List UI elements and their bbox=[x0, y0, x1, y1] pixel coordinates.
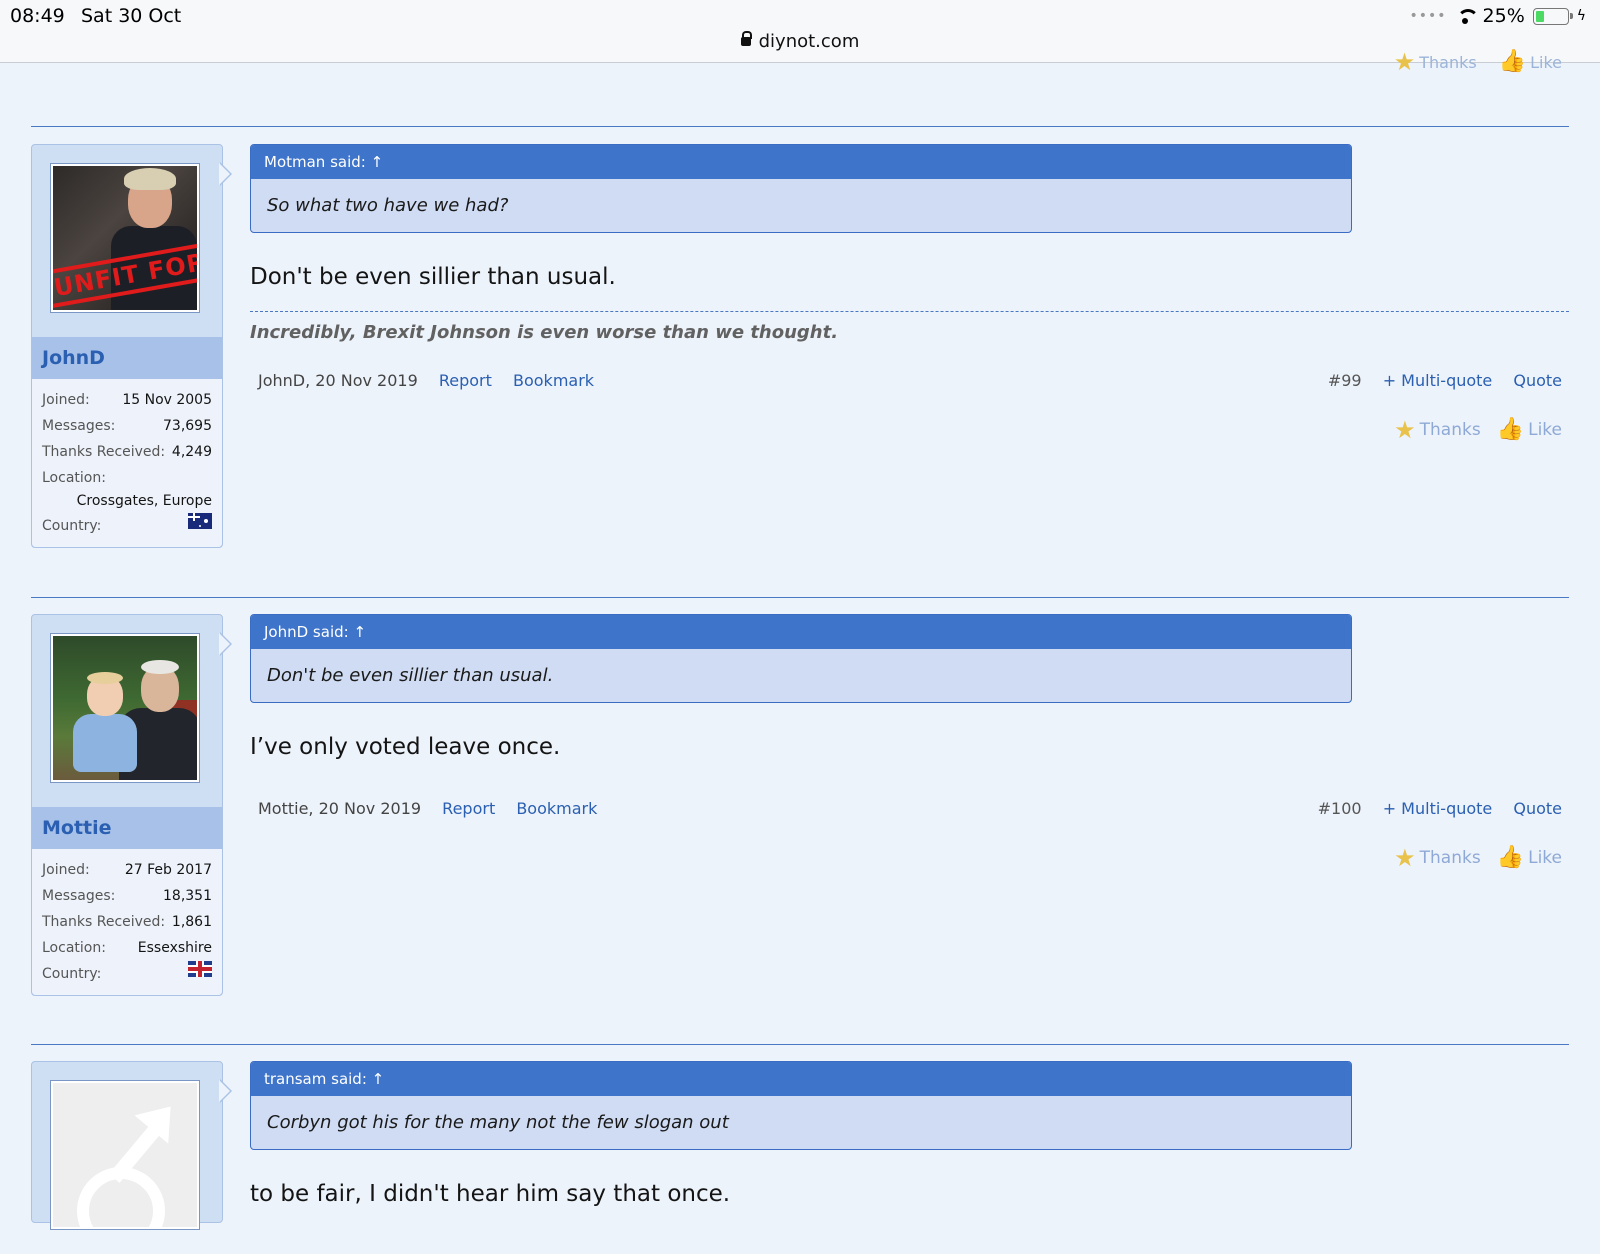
avatar[interactable] bbox=[50, 1080, 200, 1230]
post-message: to be fair, I didn't hear him say that o… bbox=[250, 1181, 731, 1207]
joined-date: 15 Nov 2005 bbox=[122, 392, 212, 408]
battery-percent: 25% bbox=[1482, 5, 1525, 27]
card-pointer bbox=[219, 1079, 232, 1103]
post-number[interactable]: #99 bbox=[1328, 371, 1362, 390]
location: Essexshire bbox=[137, 940, 212, 956]
thanks-count: 1,861 bbox=[171, 914, 212, 930]
star-icon: ★ bbox=[1393, 48, 1416, 76]
location: Crossgates, Europe bbox=[76, 493, 212, 509]
like-button[interactable]: 👍 Like bbox=[1496, 845, 1562, 870]
post-footer: Mottie, 20 Nov 2019 Report Bookmark #100… bbox=[258, 799, 1562, 818]
prev-thanks-button[interactable]: ★ Thanks bbox=[1393, 48, 1477, 76]
quote-link[interactable]: Quote bbox=[1513, 371, 1562, 390]
joined-date: 27 Feb 2017 bbox=[124, 862, 212, 878]
post-meta[interactable]: JohnD, 20 Nov 2019 bbox=[258, 371, 418, 390]
thumbs-up-icon: 👍 bbox=[1496, 417, 1525, 442]
message-count: 73,695 bbox=[163, 418, 212, 434]
card-pointer bbox=[219, 162, 232, 186]
prev-like-button[interactable]: 👍 Like bbox=[1498, 49, 1562, 74]
quote-text: Don't be even sillier than usual. bbox=[267, 665, 554, 686]
wifi-icon bbox=[1455, 9, 1479, 24]
signal-dots-icon: •••• bbox=[1409, 8, 1447, 24]
user-card: Mottie Joined: 27 Feb 2017 Messages: 18,35… bbox=[31, 614, 223, 996]
post-separator bbox=[31, 126, 1569, 127]
multiquote-link[interactable]: + Multi-quote bbox=[1383, 799, 1493, 818]
quote-header[interactable]: transam said: ↑ bbox=[251, 1062, 1351, 1096]
post-message: Don't be even sillier than usual. bbox=[250, 264, 616, 290]
post-meta[interactable]: Mottie, 20 Nov 2019 bbox=[258, 799, 421, 818]
prev-post-reactions: ★ Thanks 👍 Like bbox=[1393, 48, 1562, 76]
user-stats: Joined: 27 Feb 2017 Messages: 18,351 Thank… bbox=[32, 849, 222, 995]
post-separator bbox=[31, 1044, 1569, 1045]
report-link[interactable]: Report bbox=[439, 371, 492, 390]
post-separator bbox=[31, 597, 1569, 598]
user-stats: Joined: 15 Nov 2005 Messages: 73,695 Thank… bbox=[32, 379, 222, 547]
address-bar[interactable]: diynot.com bbox=[0, 31, 1600, 52]
username[interactable]: Mottie bbox=[32, 807, 222, 849]
post-message: I’ve only voted leave once. bbox=[250, 734, 561, 760]
quote-header[interactable]: JohnD said: ↑ bbox=[251, 615, 1351, 649]
report-link[interactable]: Report bbox=[442, 799, 495, 818]
message-count: 18,351 bbox=[163, 888, 212, 904]
avatar[interactable]: UNFIT FOR bbox=[50, 163, 200, 313]
url-text: diynot.com bbox=[758, 31, 860, 52]
user-card: UNFIT FOR JohnD Joined: 15 Nov 2005 Messa… bbox=[31, 144, 223, 548]
quote-text: Corbyn got his for the many not the few … bbox=[267, 1112, 729, 1133]
battery-icon bbox=[1532, 7, 1573, 25]
status-time: 08:49 bbox=[10, 5, 65, 27]
quote-block: transam said: ↑ Corbyn got his for the m… bbox=[250, 1061, 1352, 1150]
quote-link[interactable]: Quote bbox=[1513, 799, 1562, 818]
charging-icon: ϟ bbox=[1576, 8, 1586, 24]
quote-text: So what two have we had? bbox=[267, 195, 509, 216]
username[interactable]: JohnD bbox=[32, 337, 222, 379]
quote-block: Motman said: ↑ So what two have we had? bbox=[250, 144, 1352, 233]
thanks-button[interactable]: ★ Thanks bbox=[1394, 844, 1481, 872]
user-card bbox=[31, 1061, 223, 1230]
post-number[interactable]: #100 bbox=[1318, 799, 1362, 818]
battery-level bbox=[1535, 10, 1544, 22]
uk-flag-icon bbox=[188, 961, 212, 977]
like-button[interactable]: 👍 Like bbox=[1496, 417, 1562, 442]
signature-divider bbox=[250, 311, 1569, 312]
avatar[interactable] bbox=[50, 633, 200, 783]
thanks-count: 4,249 bbox=[171, 444, 212, 460]
status-indicators: •••• 25% ϟ bbox=[1409, 5, 1586, 27]
thumbs-up-icon: 👍 bbox=[1498, 49, 1527, 74]
status-bar: 08:49 Sat 30 Oct diynot.com •••• 25% ϟ bbox=[0, 0, 1600, 63]
bookmark-link[interactable]: Bookmark bbox=[513, 371, 594, 390]
multiquote-link[interactable]: + Multi-quote bbox=[1383, 371, 1493, 390]
signature: Incredibly, Brexit Johnson is even worse… bbox=[250, 322, 839, 343]
quote-block: JohnD said: ↑ Don't be even sillier than… bbox=[250, 614, 1352, 703]
thumbs-up-icon: 👍 bbox=[1496, 845, 1525, 870]
post-reactions: ★ Thanks 👍 Like bbox=[1394, 844, 1562, 872]
card-pointer bbox=[219, 632, 232, 656]
thanks-button[interactable]: ★ Thanks bbox=[1394, 416, 1481, 444]
australia-flag-icon bbox=[188, 513, 212, 529]
status-date: Sat 30 Oct bbox=[81, 5, 182, 27]
post-footer: JohnD, 20 Nov 2019 Report Bookmark #99 +… bbox=[258, 371, 1562, 390]
bookmark-link[interactable]: Bookmark bbox=[516, 799, 597, 818]
quote-header[interactable]: Motman said: ↑ bbox=[251, 145, 1351, 179]
star-icon: ★ bbox=[1394, 844, 1416, 872]
lock-icon bbox=[740, 31, 752, 46]
star-icon: ★ bbox=[1394, 416, 1416, 444]
post-reactions: ★ Thanks 👍 Like bbox=[1394, 416, 1562, 444]
